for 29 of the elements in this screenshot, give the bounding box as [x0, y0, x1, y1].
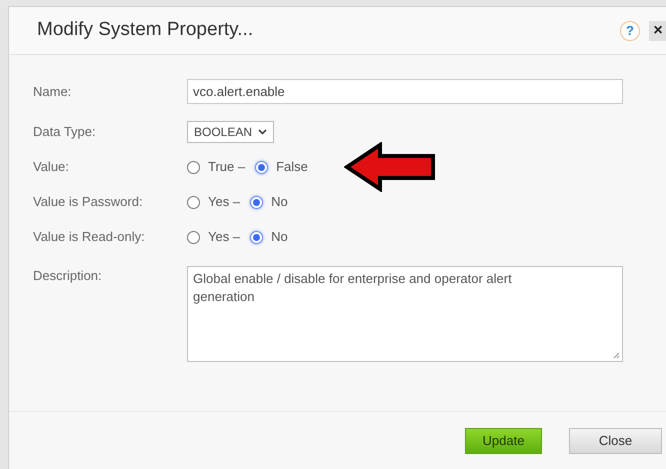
field-label: Name:	[33, 82, 72, 101]
dialog-title: Modify System Property...	[37, 18, 254, 42]
radio-button[interactable]	[255, 160, 268, 174]
radio-button[interactable]	[250, 196, 264, 208]
data-type-dropdown[interactable]: BOOLEAN	[187, 121, 274, 143]
radio-button[interactable]	[187, 196, 200, 208]
chevron-down-icon	[258, 129, 268, 135]
radio-label: False	[276, 158, 308, 176]
radio-button[interactable]	[187, 230, 200, 244]
close-icon[interactable]: ×	[649, 20, 666, 40]
field-label: Value:	[33, 158, 70, 176]
update-button[interactable]: Update	[465, 428, 542, 454]
field-label: Data Type:	[33, 123, 97, 142]
resize-handle-icon	[613, 352, 620, 359]
field-label: Description:	[33, 267, 103, 285]
description-text-area[interactable]: Global enable / disable for enterprise and operator alert generation	[187, 266, 623, 362]
radio-button[interactable]	[187, 160, 200, 174]
radio-label: No	[271, 193, 288, 212]
radio-label: Yes –	[208, 228, 240, 246]
radio-label: True –	[208, 158, 246, 176]
arrow-icon	[344, 142, 436, 192]
close-button[interactable]: Close	[569, 428, 662, 454]
field-label: Value is Password:	[33, 193, 144, 212]
radio-label: Yes –	[208, 193, 240, 212]
help-button[interactable]: ?	[620, 20, 640, 40]
radio-button[interactable]	[250, 230, 264, 244]
field-label: Value is Read-only:	[33, 228, 146, 246]
radio-label: No	[271, 228, 288, 246]
name-input-field[interactable]: vco.alert.enable	[187, 79, 623, 104]
